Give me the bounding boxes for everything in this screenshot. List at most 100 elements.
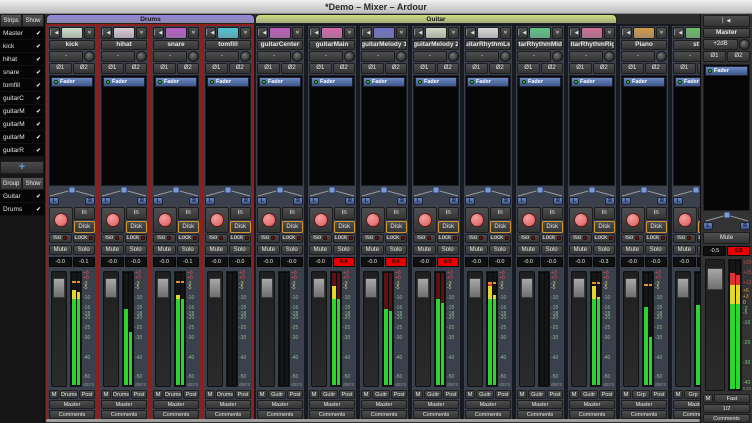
show-checkbox[interactable]: ✔ [36,206,41,213]
strip-name-button[interactable]: guitarCenter [257,40,303,50]
horizontal-scrollbar[interactable] [46,419,700,422]
show-checkbox[interactable]: ✔ [36,193,41,200]
lock-button[interactable]: Lock [333,234,356,243]
pan-right-button[interactable]: R [657,197,667,205]
master-mute-button[interactable]: Mute [703,232,750,244]
pan-right-button[interactable]: R [241,197,251,205]
pan-left-button[interactable]: L [413,197,423,205]
pan-widget[interactable]: LR [413,186,459,206]
record-enable-button[interactable] [309,207,333,233]
group-list-item[interactable]: Drums✔ [0,203,44,216]
monitor-disk-button[interactable]: Disk [282,221,304,233]
phase-1-button[interactable]: Ø1 [257,63,280,74]
monitor-input-button[interactable]: ▏◀ [257,27,268,39]
output-button[interactable]: Master [309,400,355,409]
gain-display[interactable]: -0.0 [569,257,592,267]
monitor-input-button[interactable]: ▏◀ [49,27,60,39]
pan-right-button[interactable]: R [740,222,750,230]
input-button[interactable]: - [569,51,603,62]
strip-list-item[interactable]: guitarM✔ [0,131,44,144]
lock-button[interactable]: Lock [229,234,252,243]
record-enable-button[interactable] [517,207,541,233]
pan-widget[interactable]: LR [569,186,615,206]
metering-point-button[interactable]: M [621,390,631,399]
add-strip-button[interactable]: + [0,161,44,174]
master-monitor-button[interactable]: ▏◀ [703,15,750,27]
master-input-button[interactable]: +2dB [703,39,738,50]
fader-processor[interactable]: Fader [571,77,613,87]
mute-button[interactable]: Mute [101,245,124,255]
monitor-disk-button[interactable]: Disk [490,221,512,233]
metering-point-button[interactable]: M [361,390,371,399]
phase-2-button[interactable]: Ø2 [385,63,408,74]
monitor-input-button[interactable]: ▏◀ [361,27,372,39]
phase-1-button[interactable]: Ø1 [569,63,592,74]
mute-button[interactable]: Mute [673,245,696,255]
monitor-input-button[interactable]: ▏◀ [517,27,528,39]
hide-strip-button[interactable]: ✕ [344,27,355,39]
monitor-in-button[interactable]: In [230,207,252,219]
monitor-input-button[interactable]: ▏◀ [413,27,424,39]
fader-processor[interactable]: Fader [415,77,457,87]
hide-strip-button[interactable]: ✕ [188,27,199,39]
fader-handle[interactable] [625,278,637,297]
track-color-chip[interactable] [113,27,135,39]
monitor-input-button[interactable]: ▏◀ [205,27,216,39]
phase-1-button[interactable]: Ø1 [205,63,228,74]
phase-1-button[interactable]: Ø1 [621,63,644,74]
pan-widget[interactable]: LR [257,186,303,206]
show-checkbox[interactable]: ✔ [36,69,41,76]
phase-1-button[interactable]: Ø1 [49,63,72,74]
gain-fader[interactable] [103,271,119,388]
peak-display[interactable]: 0.0 [385,257,408,267]
solo-isolate-button[interactable]: Iso [49,234,72,243]
pan-left-button[interactable]: L [309,197,319,205]
meter-position-button[interactable]: Post [547,390,563,399]
phase-1-button[interactable]: Ø1 [465,63,488,74]
show-checkbox[interactable]: ✔ [36,121,41,128]
strip-name-button[interactable]: guitarRhythmLeft [465,40,511,50]
strip-name-button[interactable]: hihat [101,40,147,50]
strip-list-item[interactable]: Master✔ [0,27,44,40]
fader-handle[interactable] [417,278,429,297]
input-button[interactable]: - [465,51,499,62]
fader-handle[interactable] [573,278,585,297]
input-button[interactable]: - [101,51,135,62]
strip-name-button[interactable]: guitarMain [309,40,355,50]
peak-display[interactable]: -0.1 [73,257,96,267]
lock-button[interactable]: Lock [73,234,96,243]
output-button[interactable]: Master [361,400,407,409]
monitor-input-button[interactable]: ▏◀ [621,27,632,39]
solo-button[interactable]: Solo [437,245,460,255]
track-color-chip[interactable] [581,27,603,39]
comments-button[interactable]: Comments [101,410,147,419]
fader-handle[interactable] [469,278,481,297]
output-button[interactable]: Master [569,400,615,409]
gain-display[interactable]: -0.5 [703,246,726,256]
pan-left-button[interactable]: L [465,197,475,205]
trim-knob[interactable] [240,51,251,62]
mute-button[interactable]: Mute [413,245,436,255]
input-button[interactable]: - [153,51,187,62]
processor-box[interactable]: Fader [205,75,251,186]
strip-name-button[interactable]: guitarMelody 1 [361,40,407,50]
lock-button[interactable]: Lock [125,234,148,243]
meter-fast-button[interactable]: Fast [714,394,750,403]
metering-point-button[interactable]: M [205,390,215,399]
fader-handle[interactable] [677,278,689,297]
comments-button[interactable]: Comments [257,410,303,419]
show-checkbox[interactable]: ✔ [36,56,41,63]
processor-box[interactable]: Fader [49,75,95,186]
strip-list-item[interactable]: snare✔ [0,66,44,79]
hide-strip-button[interactable]: ✕ [396,27,407,39]
track-color-chip[interactable] [529,27,551,39]
comments-button[interactable]: Comments [621,410,667,419]
peak-display[interactable]: -0.0 [229,257,252,267]
gain-fader[interactable] [623,271,639,388]
fader-handle[interactable] [313,278,325,297]
gain-display[interactable]: -0.0 [257,257,280,267]
lock-button[interactable]: Lock [281,234,304,243]
metering-point-button[interactable]: M [465,390,475,399]
mute-button[interactable]: Mute [569,245,592,255]
strip-list-item[interactable]: hihat✔ [0,53,44,66]
